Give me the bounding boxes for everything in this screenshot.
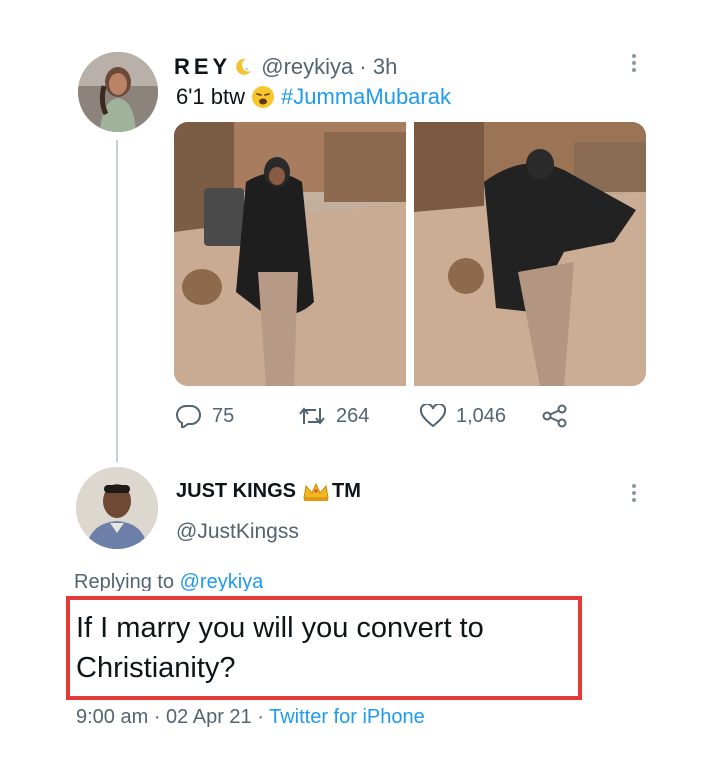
avatar-rey[interactable] [78,52,158,132]
tweet-more-options-icon[interactable] [630,54,638,72]
reply-icon [176,404,201,428]
retweet-button[interactable]: 264 [298,404,369,428]
author-handle-time: @reykiya · 3h [261,54,398,79]
reply-author-handle[interactable]: @JustKingss [176,520,299,544]
crescent-moon-icon [233,57,253,77]
replying-to-handle[interactable]: @reykiya [180,571,264,591]
reply-count: 75 [212,404,235,427]
replying-to: Replying to @reykiya [74,571,263,591]
reply-more-options-icon[interactable] [630,484,638,502]
tweet-text: 6'1 btw #JummaMubarak [176,84,451,110]
tweet-photo-1[interactable] [174,122,406,386]
tweet-header: REY @reykiya · 3h [174,54,397,80]
reply-button[interactable]: 75 [176,404,234,428]
reply-time[interactable]: 9:00 am [76,706,148,728]
retweet-icon [299,407,325,425]
like-count: 1,046 [456,404,507,427]
reply-author-name-row: JUST KINGS TM [176,480,361,503]
author-handle[interactable]: @reykiya [261,54,353,79]
share-button[interactable] [542,404,578,428]
reply-text: If I marry you will you convert to Chris… [76,612,484,684]
tweet-text-body: 6'1 btw [176,84,246,109]
reply-source[interactable]: Twitter for iPhone [269,706,425,728]
heart-icon [420,404,446,428]
reply-meta: 9:00 am · 02 Apr 21 · Twitter for iPhone [76,706,425,728]
share-icon [542,404,567,428]
replying-to-prefix: Replying to [74,571,175,591]
crown-icon [302,482,330,502]
weary-face-icon [251,85,275,109]
avatar-just-kings[interactable] [76,467,158,549]
hashtag-link[interactable]: #JummaMubarak [281,84,451,110]
reply-date[interactable]: 02 Apr 21 [166,706,252,728]
retweet-count: 264 [336,404,370,427]
tweet-photo-2[interactable] [414,122,646,386]
author-name[interactable]: REY [174,54,231,80]
reply-author-name-suffix: TM [332,480,361,502]
tweet-time-ago[interactable]: 3h [373,54,397,79]
like-button[interactable]: 1,046 [420,404,506,428]
thread-connector-line [116,140,118,462]
reply-author-name[interactable]: JUST KINGS [176,480,296,503]
